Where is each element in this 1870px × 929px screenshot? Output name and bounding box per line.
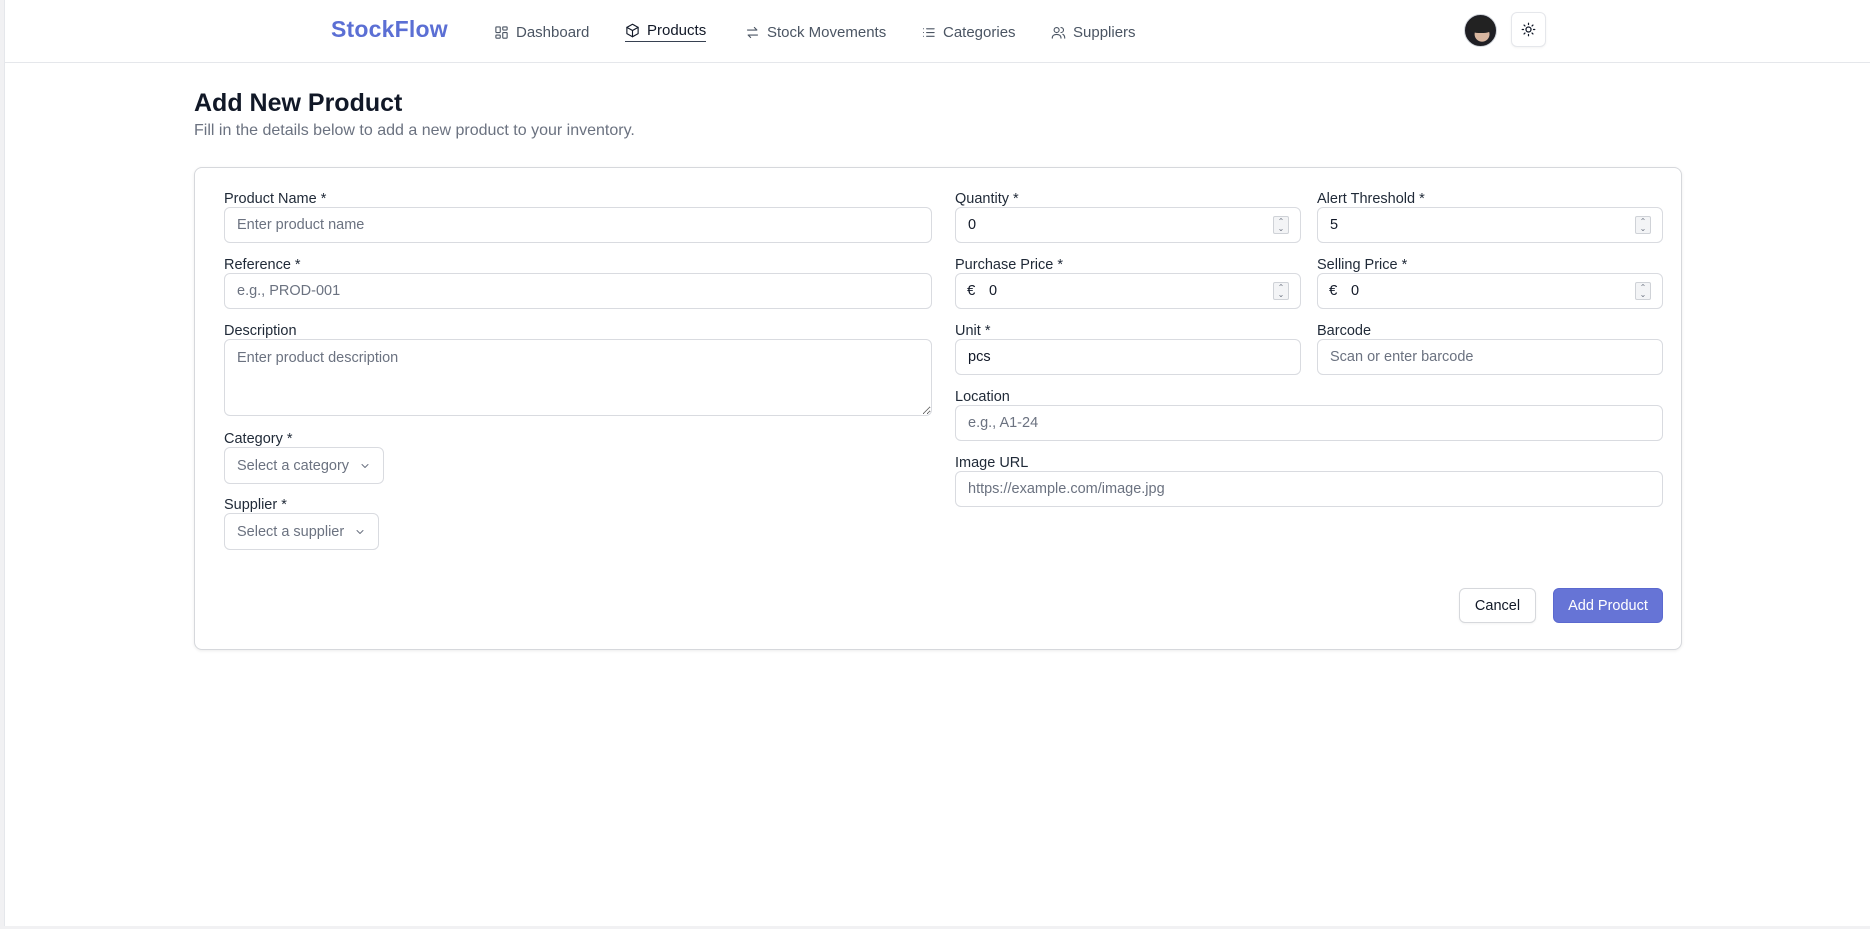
- description-label: Description: [224, 323, 297, 339]
- supplier-select-value: Select a supplier: [237, 523, 345, 540]
- arrows-icon: [746, 26, 759, 38]
- alert-threshold-stepper[interactable]: ⌃ ⌄: [1635, 216, 1651, 234]
- nav-label: Stock Movements: [767, 23, 887, 41]
- box-icon: [626, 23, 639, 38]
- page-subtitle: Fill in the details below to add a new p…: [194, 122, 635, 139]
- image-url-label: Image URL: [955, 455, 1029, 471]
- nav-item-dashboard[interactable]: Dashboard: [494, 21, 589, 43]
- selling-price-label: Selling Price *: [1317, 257, 1408, 273]
- dashboard-icon: [495, 25, 508, 39]
- nav-label: Dashboard: [516, 23, 590, 41]
- purchase-price-stepper[interactable]: ⌃ ⌄: [1273, 282, 1289, 300]
- quantity-label: Quantity *: [955, 191, 1019, 207]
- location-label: Location: [955, 389, 1010, 405]
- location-input[interactable]: [955, 405, 1663, 441]
- product-name-input[interactable]: [224, 207, 932, 243]
- euro-symbol: €: [1329, 282, 1338, 299]
- selling-price-field: € ⌃⌄: [1317, 273, 1663, 309]
- reference-input[interactable]: [224, 273, 932, 309]
- selling-price-input[interactable]: [1317, 273, 1663, 309]
- alert-threshold-field: ⌃⌄: [1317, 207, 1663, 243]
- barcode-input[interactable]: [1317, 339, 1663, 375]
- alert-threshold-label: Alert Threshold *: [1317, 191, 1425, 207]
- alert-threshold-input[interactable]: [1317, 207, 1663, 243]
- add-product-form: Product Name * Reference * Description C…: [194, 167, 1682, 650]
- chevron-down-icon: [361, 463, 369, 468]
- page-title: Add New Product: [194, 89, 403, 117]
- description-textarea[interactable]: [224, 339, 932, 416]
- barcode-label: Barcode: [1317, 323, 1372, 339]
- selling-price-stepper[interactable]: ⌃ ⌄: [1635, 282, 1651, 300]
- quantity-stepper[interactable]: ⌃ ⌄: [1273, 216, 1289, 234]
- chevron-down-icon: [356, 529, 364, 534]
- nav-label: Suppliers: [1073, 23, 1136, 41]
- image-url-input[interactable]: [955, 471, 1663, 507]
- unit-label: Unit *: [955, 323, 991, 339]
- reference-label: Reference *: [224, 257, 301, 273]
- category-select-value: Select a category: [237, 457, 350, 474]
- user-avatar[interactable]: [1464, 14, 1497, 47]
- users-icon: [1051, 26, 1066, 39]
- category-label: Category *: [224, 431, 293, 447]
- brand-logo[interactable]: StockFlow: [331, 16, 448, 43]
- category-select[interactable]: Select a category: [224, 447, 385, 484]
- supplier-select[interactable]: Select a supplier: [224, 513, 380, 550]
- cancel-button[interactable]: Cancel: [1459, 588, 1536, 623]
- app-window: StockFlow Dashboard Products Stock Movem…: [4, 0, 1870, 926]
- nav-label: Products: [647, 22, 707, 39]
- purchase-price-label: Purchase Price *: [955, 257, 1063, 273]
- add-product-button[interactable]: Add Product: [1553, 588, 1663, 623]
- purchase-price-input[interactable]: [955, 273, 1301, 309]
- product-name-label: Product Name *: [224, 191, 327, 207]
- nav-label: Categories: [943, 23, 1016, 41]
- supplier-label: Supplier *: [224, 497, 287, 513]
- nav-item-products[interactable]: Products: [625, 21, 707, 42]
- quantity-field: ⌃⌄: [955, 207, 1301, 243]
- unit-input[interactable]: [955, 339, 1301, 375]
- nav-item-suppliers[interactable]: Suppliers: [1051, 21, 1136, 43]
- list-icon: [922, 27, 935, 37]
- theme-toggle-button[interactable]: [1511, 12, 1546, 47]
- nav-item-stock-movements[interactable]: Stock Movements: [745, 21, 886, 43]
- nav-item-categories[interactable]: Categories: [921, 21, 1016, 43]
- top-navbar: StockFlow Dashboard Products Stock Movem…: [5, 0, 1870, 63]
- purchase-price-field: € ⌃⌄: [955, 273, 1301, 309]
- quantity-input[interactable]: [955, 207, 1301, 243]
- sun-icon: [1521, 22, 1536, 37]
- euro-symbol: €: [967, 282, 976, 299]
